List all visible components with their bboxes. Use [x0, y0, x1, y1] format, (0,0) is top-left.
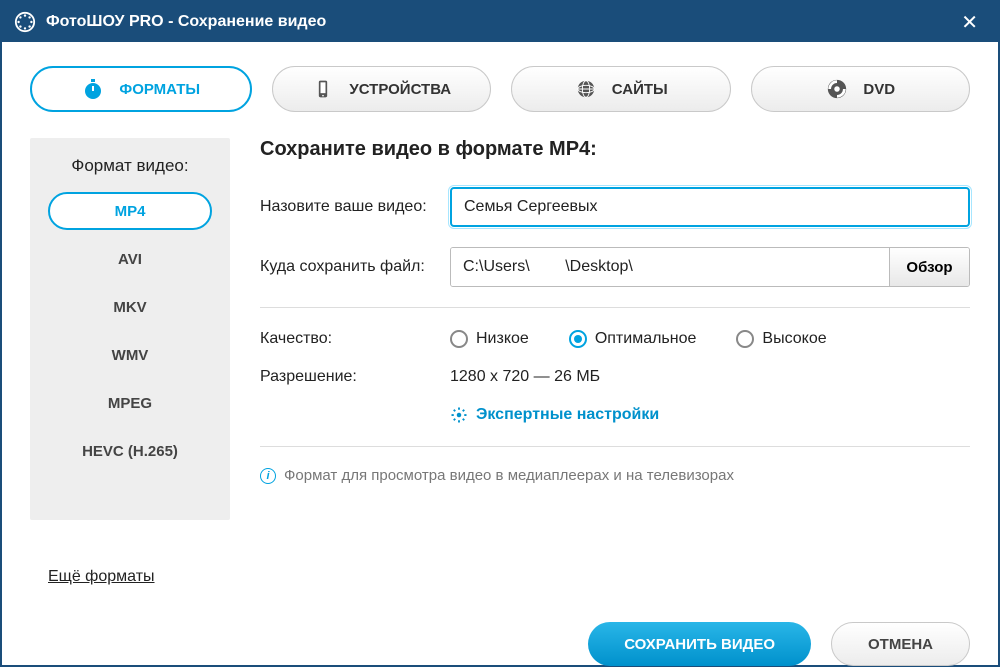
quality-optimal-radio[interactable]: Оптимальное: [569, 330, 697, 348]
dialog-window: ФотоШОУ PRO - Сохранение видео ✕ ФОРМАТЫ…: [0, 0, 1000, 667]
tab-devices[interactable]: УСТРОЙСТВА: [272, 66, 492, 112]
titlebar: ФотоШОУ PRO - Сохранение видео ✕: [2, 2, 998, 42]
quality-label: Качество:: [260, 330, 450, 348]
tab-label: САЙТЫ: [612, 81, 668, 98]
save-path-input[interactable]: [451, 248, 889, 286]
divider: [260, 307, 970, 308]
format-wmv[interactable]: WMV: [48, 336, 212, 374]
format-mp4[interactable]: MP4: [48, 192, 212, 230]
format-mkv[interactable]: MKV: [48, 288, 212, 326]
radio-icon: [569, 330, 587, 348]
expert-settings-link[interactable]: Экспертные настройки: [450, 406, 970, 424]
globe-icon: [574, 77, 598, 101]
video-name-input[interactable]: [450, 187, 970, 227]
close-icon[interactable]: ✕: [953, 6, 986, 39]
format-hevc[interactable]: HEVC (H.265): [48, 432, 212, 470]
quality-high-radio[interactable]: Высокое: [736, 330, 826, 348]
stopwatch-icon: [81, 77, 105, 101]
format-list-panel: Формат видео: MP4 AVI MKV WMV MPEG HEVC …: [30, 138, 230, 520]
path-label: Куда сохранить файл:: [260, 258, 450, 276]
main-heading: Сохраните видео в формате MP4:: [260, 138, 970, 161]
radio-icon: [736, 330, 754, 348]
footer: СОХРАНИТЬ ВИДЕО ОТМЕНА: [2, 600, 998, 667]
tab-label: DVD: [863, 81, 895, 98]
disc-icon: [825, 77, 849, 101]
radio-icon: [450, 330, 468, 348]
category-tabs: ФОРМАТЫ УСТРОЙСТВА САЙТЫ DVD: [2, 42, 998, 130]
window-title: ФотоШОУ PRO - Сохранение видео: [46, 13, 326, 31]
sidebar: Формат видео: MP4 AVI MKV WMV MPEG HEVC …: [30, 138, 230, 600]
format-mpeg[interactable]: MPEG: [48, 384, 212, 422]
format-avi[interactable]: AVI: [48, 240, 212, 278]
cancel-button[interactable]: ОТМЕНА: [831, 622, 970, 666]
info-icon: i: [260, 468, 276, 484]
browse-button[interactable]: Обзор: [889, 248, 969, 286]
tab-dvd[interactable]: DVD: [751, 66, 971, 112]
tab-label: УСТРОЙСТВА: [349, 81, 451, 98]
tab-formats[interactable]: ФОРМАТЫ: [30, 66, 252, 112]
hint-text: Формат для просмотра видео в медиаплеера…: [284, 467, 734, 484]
save-video-button[interactable]: СОХРАНИТЬ ВИДЕО: [588, 622, 811, 666]
tab-sites[interactable]: САЙТЫ: [511, 66, 731, 112]
phone-icon: [311, 77, 335, 101]
app-icon: [14, 11, 36, 33]
main-panel: Сохраните видео в формате MP4: Назовите …: [260, 138, 970, 600]
quality-low-radio[interactable]: Низкое: [450, 330, 529, 348]
name-label: Назовите ваше видео:: [260, 198, 450, 216]
hint-row: i Формат для просмотра видео в медиаплее…: [260, 446, 970, 484]
tab-label: ФОРМАТЫ: [119, 81, 200, 98]
resolution-label: Разрешение:: [260, 368, 450, 386]
sidebar-heading: Формат видео:: [48, 156, 212, 176]
gear-icon: [450, 406, 468, 424]
more-formats-link[interactable]: Ещё форматы: [30, 554, 230, 600]
resolution-value: 1280 x 720 — 26 МБ: [450, 368, 600, 386]
